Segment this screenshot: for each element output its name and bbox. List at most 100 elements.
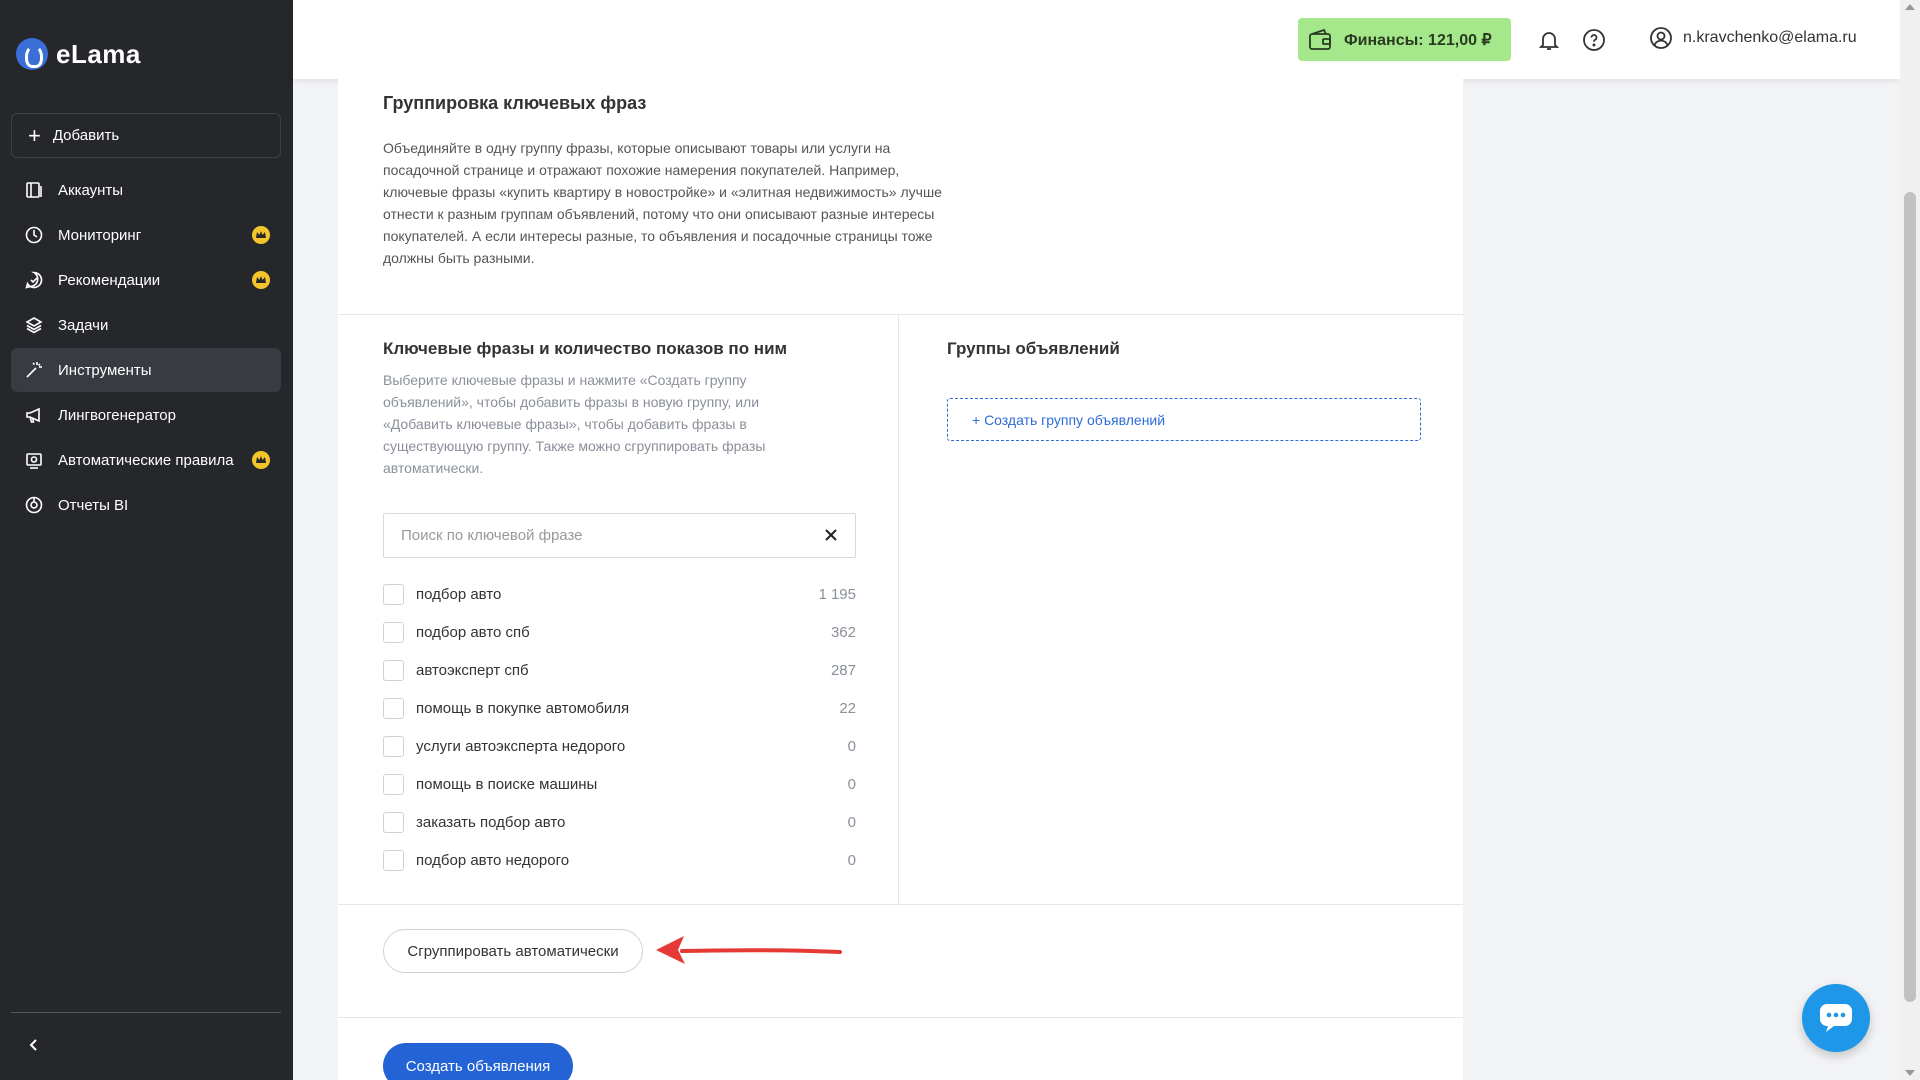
top-header: Финансы: 121,00 ₽ n.kravchenko@elama.ru: [293, 0, 1900, 79]
elama-logo-icon: [16, 38, 48, 70]
divider: [338, 314, 1463, 315]
sidebar-item-auto-rules[interactable]: Автоматические правила: [11, 438, 281, 482]
help-icon[interactable]: [1582, 28, 1606, 52]
sidebar-item-reports-bi[interactable]: Отчеты BI: [11, 483, 281, 527]
sidebar-item-tools[interactable]: Инструменты: [11, 348, 281, 392]
sidebar-item-linguogenerator[interactable]: Лингвогенератор: [11, 393, 281, 437]
sidebar-item-recommendations[interactable]: Рекомендации: [11, 258, 281, 302]
premium-crown-icon: [252, 271, 270, 289]
ad-groups-title: Группы объявлений: [947, 339, 1120, 358]
grouping-description: Объединяйте в одну группу фразы, которые…: [383, 140, 942, 266]
chat-bubble-icon: [1820, 1004, 1852, 1032]
annotation-arrow-icon: [656, 936, 842, 964]
keyword-phrase: помощь в покупке автомобиля: [416, 699, 630, 717]
keywords-description: Выберите ключевые фразы и нажмите «Созда…: [383, 372, 766, 476]
create-ad-group-button[interactable]: + Создать группу объявлений: [947, 398, 1421, 441]
keywords-title: Ключевые фразы и количество показов по н…: [383, 339, 788, 358]
scroll-up-icon[interactable]: [1905, 4, 1915, 10]
keyword-list: подбор авто 1 195 подбор авто спб 362 авто…: [383, 575, 856, 879]
keyword-row: подбор авто 1 195: [383, 575, 856, 613]
keyword-count: 1 195: [818, 585, 856, 603]
column-divider: [898, 314, 899, 904]
keyword-search-input[interactable]: Поиск по ключевой фразе: [383, 513, 856, 558]
add-button[interactable]: + Добавить: [11, 113, 281, 158]
create-ads-button[interactable]: Создать объявления: [383, 1043, 573, 1080]
sidebar-divider: [11, 1012, 281, 1013]
keyword-count: 0: [847, 737, 856, 755]
user-email: n.kravchenko@elama.ru: [1683, 29, 1857, 46]
keyword-count: 0: [847, 775, 856, 793]
keyword-phrase: подбор авто: [416, 585, 502, 603]
scroll-thumb[interactable]: [1904, 192, 1916, 1002]
keyword-phrase: заказать подбор авто: [416, 813, 566, 831]
magic-wand-icon: [24, 360, 44, 380]
user-avatar-icon: [1650, 27, 1672, 49]
accounts-icon: [24, 180, 44, 200]
premium-crown-icon: [252, 451, 270, 469]
sidebar-item-monitoring[interactable]: Мониторинг: [11, 213, 281, 257]
keyword-phrase: подбор авто недорого: [416, 851, 570, 869]
add-button-label: Добавить: [52, 127, 120, 144]
keyword-grouping-card: Группировка ключевых фраз Объединяйте в …: [338, 79, 1463, 1080]
divider: [338, 904, 1463, 905]
sidebar-nav: Аккаунты Мониторинг Рекомендации Задачи: [11, 168, 281, 528]
sidebar-item-accounts[interactable]: Аккаунты: [11, 168, 281, 212]
keyword-row: услуги автоэксперта недорого 0: [383, 727, 856, 765]
finance-button[interactable]: Финансы: 121,00 ₽: [1298, 18, 1511, 61]
keyword-count: 362: [830, 623, 856, 641]
finance-label: Финансы: 121,00 ₽: [1344, 31, 1492, 49]
scroll-down-icon[interactable]: [1905, 1070, 1915, 1076]
sidebar-item-label: Лингвогенератор: [58, 406, 176, 424]
grouping-title: Группировка ключевых фраз: [383, 93, 647, 113]
bell-icon[interactable]: [1537, 28, 1561, 52]
wallet-icon: [1309, 28, 1331, 50]
auto-group-label: Сгруппировать автоматически: [407, 942, 619, 960]
keyword-row: автоэксперт спб 287: [383, 651, 856, 689]
auto-group-button[interactable]: Сгруппировать автоматически: [383, 929, 643, 973]
sidebar-item-tasks[interactable]: Задачи: [11, 303, 281, 347]
create-ad-group-label: + Создать группу объявлений: [972, 411, 1166, 428]
reports-icon: [24, 495, 44, 515]
keyword-checkbox[interactable]: [383, 735, 404, 757]
keyword-count: 22: [839, 699, 856, 717]
sidebar-item-label: Отчеты BI: [58, 496, 129, 514]
keyword-phrase: подбор авто спб: [416, 623, 530, 641]
keyword-row: помощь в покупке автомобиля 22: [383, 689, 856, 727]
keyword-count: 287: [830, 661, 856, 679]
megaphone-icon: [24, 405, 44, 425]
keyword-checkbox[interactable]: [383, 773, 404, 795]
page-scrollbar[interactable]: [1900, 0, 1920, 1080]
keyword-checkbox[interactable]: [383, 849, 404, 871]
keyword-checkbox[interactable]: [383, 583, 404, 605]
user-menu[interactable]: n.kravchenko@elama.ru: [1649, 26, 1857, 50]
divider: [338, 1017, 1463, 1018]
keyword-checkbox[interactable]: [383, 659, 404, 681]
keyword-checkbox[interactable]: [383, 697, 404, 719]
sidebar-item-label: Задачи: [58, 316, 109, 334]
keyword-phrase: помощь в поиске машины: [416, 775, 598, 793]
logo-text: eLama: [56, 38, 141, 69]
search-placeholder: Поиск по ключевой фразе: [401, 527, 583, 544]
sidebar-item-label: Рекомендации: [58, 271, 161, 289]
keyword-checkbox[interactable]: [383, 811, 404, 833]
keyword-phrase: услуги автоэксперта недорого: [416, 737, 626, 755]
clear-search-icon[interactable]: [823, 527, 839, 543]
keyword-phrase: автоэксперт спб: [416, 661, 529, 679]
tasks-icon: [24, 315, 44, 335]
rules-icon: [24, 450, 44, 470]
collapse-sidebar-icon[interactable]: [24, 1035, 44, 1055]
sidebar-item-label: Мониторинг: [58, 226, 142, 244]
keyword-count: 0: [847, 851, 856, 869]
keyword-count: 0: [847, 813, 856, 831]
keyword-row: подбор авто недорого 0: [383, 841, 856, 879]
create-ads-label: Создать объявления: [405, 1057, 551, 1075]
elama-logo[interactable]: eLama: [16, 38, 141, 70]
keyword-row: заказать подбор авто 0: [383, 803, 856, 841]
recommendations-icon: [24, 270, 44, 290]
chat-button[interactable]: [1802, 984, 1870, 1052]
sidebar-item-label: Автоматические правила: [58, 451, 234, 469]
monitoring-icon: [24, 225, 44, 245]
sidebar: eLama + Добавить Аккаунты Мониторинг Рек…: [0, 0, 293, 1080]
keyword-checkbox[interactable]: [383, 621, 404, 643]
plus-icon: +: [28, 122, 41, 148]
